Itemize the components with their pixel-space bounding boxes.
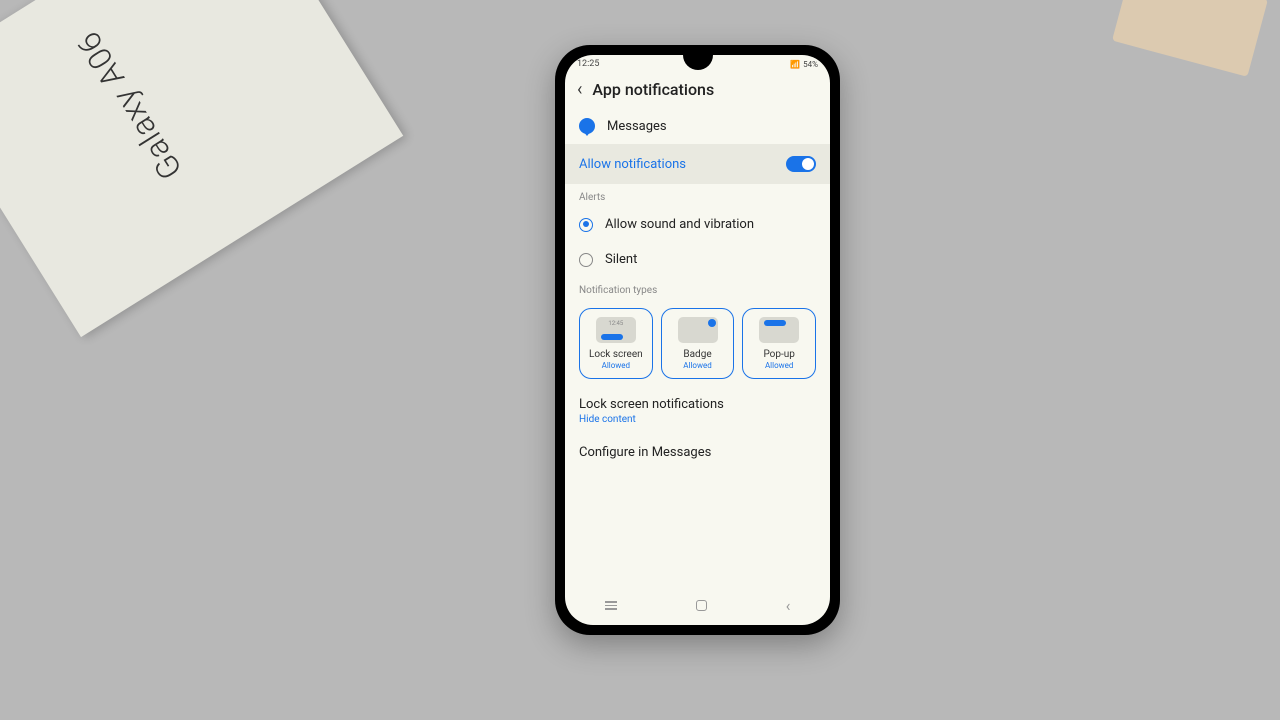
popup-status: Allowed xyxy=(747,361,811,370)
status-indicators: 📶 54% xyxy=(790,60,818,69)
wooden-clip xyxy=(1112,0,1268,77)
nav-back-button[interactable]: ‹ xyxy=(786,596,791,615)
lockscreen-notif-sub: Hide content xyxy=(579,414,816,425)
nav-recents-button[interactable] xyxy=(605,601,617,610)
radio-selected-icon xyxy=(579,218,593,232)
type-popup-card[interactable]: Pop-up Allowed xyxy=(742,308,816,379)
type-lockscreen-card[interactable]: Lock screen Allowed xyxy=(579,308,653,379)
app-name: Messages xyxy=(607,119,667,134)
allow-notifications-toggle[interactable] xyxy=(786,156,816,172)
configure-title: Configure in Messages xyxy=(579,445,816,460)
lockscreen-label: Lock screen xyxy=(584,349,648,360)
badge-preview-icon xyxy=(678,317,718,343)
phone-frame: 12:25 📶 54% ‹ App notifications Messages… xyxy=(555,45,840,635)
radio-unselected-icon xyxy=(579,253,593,267)
nav-home-button[interactable] xyxy=(696,600,707,611)
alert-silent-label: Silent xyxy=(605,252,637,267)
app-info-row[interactable]: Messages xyxy=(565,108,830,144)
allow-notifications-label: Allow notifications xyxy=(579,157,686,172)
back-button[interactable]: ‹ xyxy=(577,79,582,100)
header: ‹ App notifications xyxy=(565,71,830,108)
type-badge-card[interactable]: Badge Allowed xyxy=(661,308,735,379)
wifi-icon: 📶 xyxy=(790,60,800,69)
popup-label: Pop-up xyxy=(747,349,811,360)
messages-icon xyxy=(579,118,595,134)
allow-notifications-row[interactable]: Allow notifications xyxy=(565,144,830,184)
types-section-label: Notification types xyxy=(565,277,830,300)
configure-in-app-row[interactable]: Configure in Messages xyxy=(565,435,830,470)
lockscreen-preview-icon xyxy=(596,317,636,343)
product-box: Galaxy A06 xyxy=(0,0,403,337)
product-box-label: Galaxy A06 xyxy=(69,24,190,186)
alert-sound-label: Allow sound and vibration xyxy=(605,217,754,232)
navigation-bar: ‹ xyxy=(565,586,830,625)
lockscreen-status: Allowed xyxy=(584,361,648,370)
lockscreen-notifications-row[interactable]: Lock screen notifications Hide content xyxy=(565,387,830,435)
badge-label: Badge xyxy=(666,349,730,360)
badge-status: Allowed xyxy=(666,361,730,370)
popup-preview-icon xyxy=(759,317,799,343)
phone-screen: 12:25 📶 54% ‹ App notifications Messages… xyxy=(565,55,830,625)
alerts-section-label: Alerts xyxy=(565,184,830,207)
status-time: 12:25 xyxy=(577,59,599,69)
lockscreen-notif-title: Lock screen notifications xyxy=(579,397,816,412)
notification-type-cards: Lock screen Allowed Badge Allowed Pop-up… xyxy=(565,300,830,387)
alert-sound-option[interactable]: Allow sound and vibration xyxy=(565,207,830,242)
battery-text: 54% xyxy=(803,60,818,69)
page-title: App notifications xyxy=(592,80,714,99)
alert-silent-option[interactable]: Silent xyxy=(565,242,830,277)
